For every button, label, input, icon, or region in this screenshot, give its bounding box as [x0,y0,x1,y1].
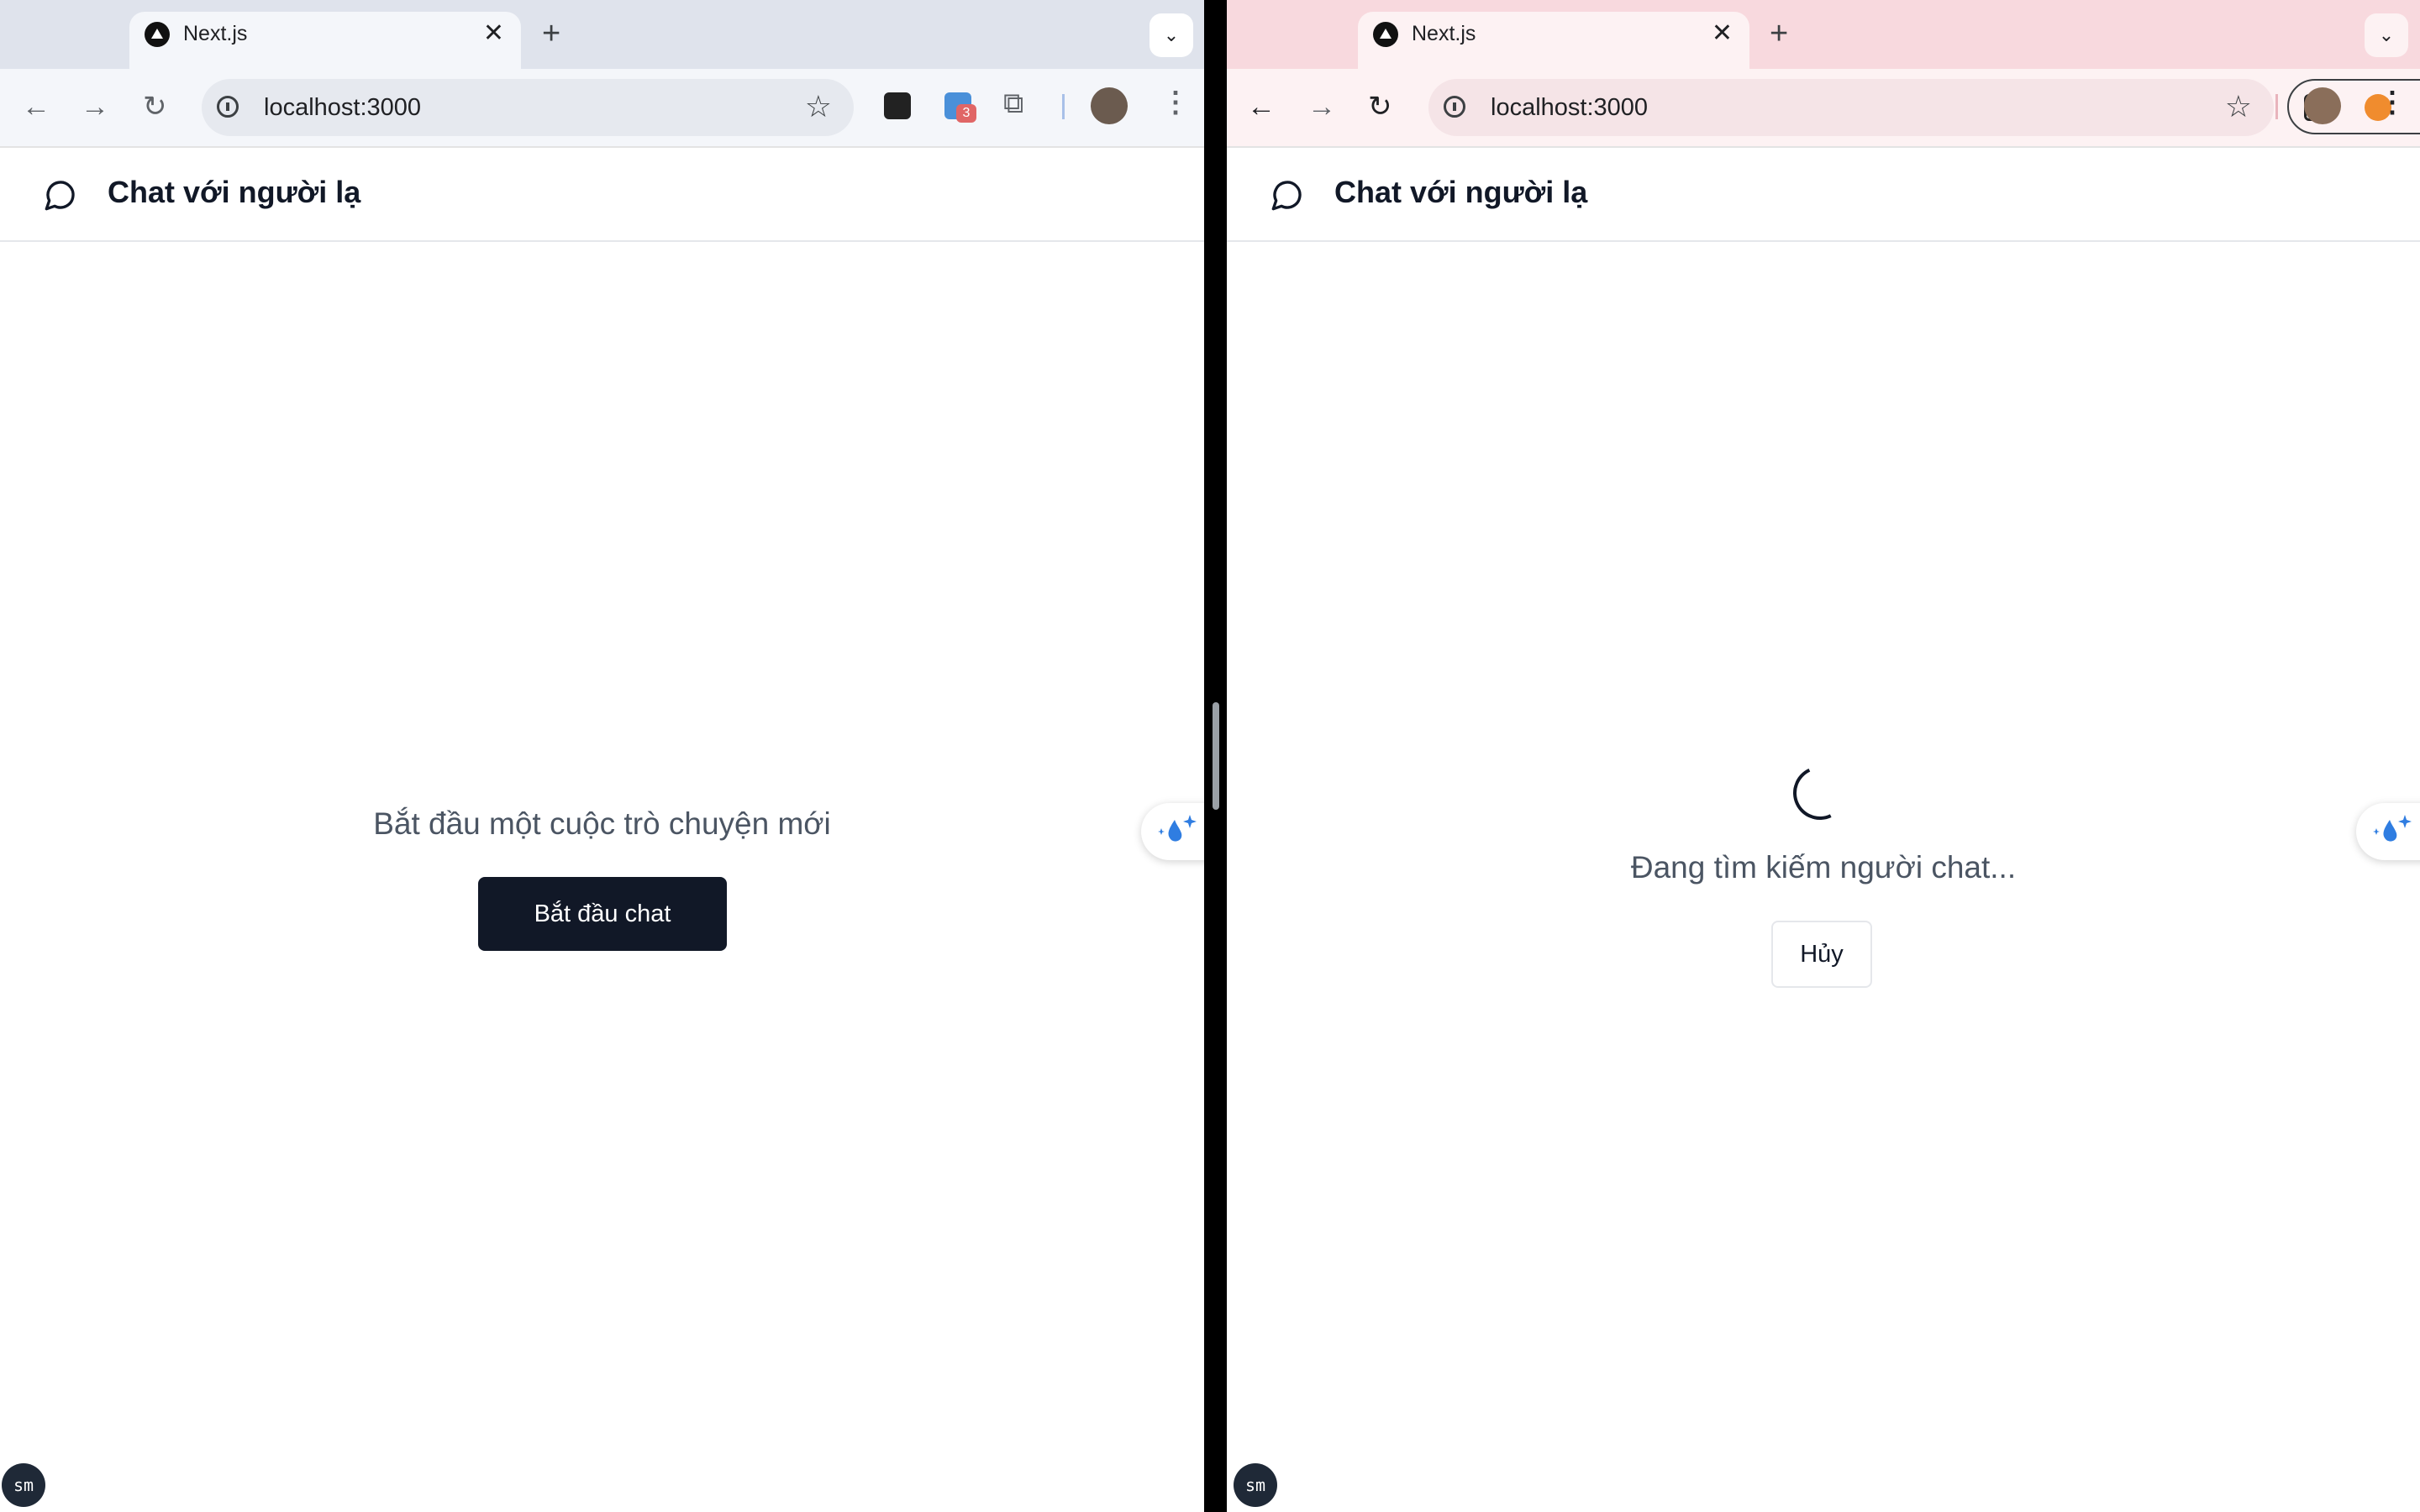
sparkle-drop-icon [1158,815,1197,842]
tab-search-button[interactable]: ⌄ [1150,13,1193,57]
tab-strip: Next.js ✕ + ⌄ [0,0,1204,69]
star-icon[interactable]: ☆ [805,89,832,124]
browser-toolbar: ← → ↻ localhost:3000 ☆ ⧉ ⋮ [1227,69,2420,148]
tab-title: Next.js [1412,22,1476,45]
reload-icon[interactable]: ↻ [143,87,167,126]
floating-extension-button[interactable] [1141,803,1204,860]
new-tab-button[interactable]: + [542,12,560,55]
star-icon[interactable]: ☆ [2225,89,2252,124]
start-prompt: Bắt đầu một cuộc trò chuyện mới [373,806,831,841]
left-browser-window: Next.js ✕ + ⌄ ← → ↻ localhost:3000 ☆ 3 ⧉… [0,0,1204,1512]
tab-title: Next.js [183,22,248,45]
cat-extension-icon[interactable] [1091,87,1128,124]
app-header: Chat với người lạ [1227,148,2420,242]
browser-toolbar: ← → ↻ localhost:3000 ☆ 3 ⧉ ⋮ [0,69,1204,148]
tab-close-icon[interactable]: ✕ [1712,18,1733,49]
reload-icon[interactable]: ↻ [1368,87,1392,126]
chat-bubble-icon [45,181,75,211]
forward-arrow-icon[interactable]: → [81,87,109,126]
searching-status: Đang tìm kiếm người chat... [1630,850,2017,885]
app-header: Chat với người lạ [0,148,1204,242]
floating-extension-button[interactable] [2356,803,2420,860]
split-divider-handle[interactable] [1213,702,1219,810]
app-title: Chat với người lạ [108,175,361,209]
tab-nextjs[interactable]: Next.js ✕ [1358,12,1749,69]
cancel-button[interactable]: Hủy [1771,921,1872,988]
spinner-icon [1785,758,1855,828]
tab-close-icon[interactable]: ✕ [483,18,504,49]
chat-bubble-icon [1271,181,1302,211]
toolbar-divider [2275,94,2278,119]
info-icon[interactable] [1444,96,1465,118]
nextjs-favicon-icon [1373,22,1398,47]
tab-nextjs[interactable]: Next.js ✕ [129,12,521,69]
kebab-menu-icon[interactable]: ⋮ [2378,86,2407,119]
extension-icon[interactable] [884,92,911,119]
dev-tools-badge[interactable]: sm [2,1463,45,1507]
profile-avatar[interactable] [2304,87,2341,124]
extension-badge-count: 3 [956,104,976,123]
sparkle-drop-icon [2373,815,2412,842]
app-title: Chat với người lạ [1334,175,1588,209]
start-chat-button[interactable]: Bắt đầu chat [478,877,727,951]
address-url[interactable]: localhost:3000 [1491,94,1648,122]
info-icon[interactable] [217,96,239,118]
forward-arrow-icon[interactable]: → [1307,87,1336,126]
new-tab-button[interactable]: + [1770,12,1788,55]
toolbar-divider [1062,94,1065,119]
back-arrow-icon[interactable]: ← [22,87,50,126]
extension-badge-icon[interactable]: 3 [944,92,976,123]
tab-search-button[interactable]: ⌄ [2365,13,2408,57]
tab-strip: Next.js ✕ + ⌄ [1227,0,2420,69]
address-url[interactable]: localhost:3000 [264,94,421,122]
nextjs-favicon-icon [145,22,170,47]
right-browser-window: Next.js ✕ + ⌄ ← → ↻ localhost:3000 ☆ ⧉ ⋮ [1227,0,2420,1512]
back-arrow-icon[interactable]: ← [1247,87,1276,126]
dev-tools-badge[interactable]: sm [1234,1463,1277,1507]
kebab-menu-icon[interactable]: ⋮ [1161,86,1190,119]
puzzle-extension-icon[interactable]: ⧉ [1003,84,1023,123]
address-bar[interactable]: localhost:3000 ☆ [1428,79,2274,136]
address-bar[interactable]: localhost:3000 ☆ [202,79,854,136]
